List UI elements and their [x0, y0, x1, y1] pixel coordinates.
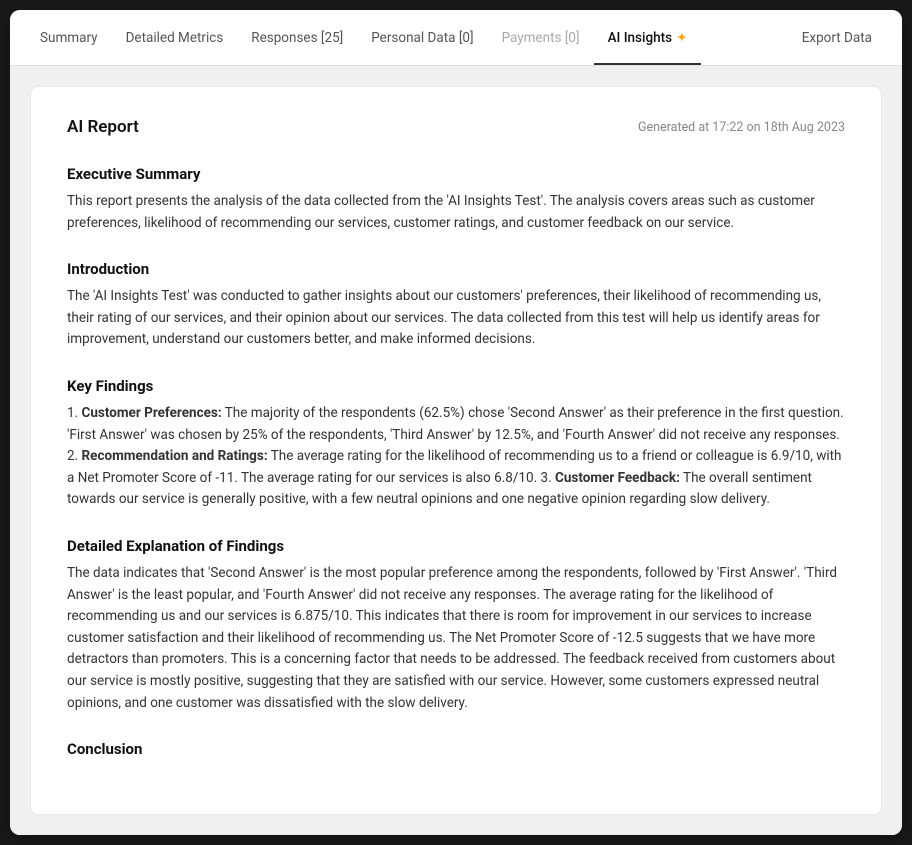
tab-export-data-label: Export Data	[802, 30, 872, 46]
conclusion-heading: Conclusion	[67, 740, 845, 758]
key-findings-heading: Key Findings	[67, 377, 845, 395]
tab-summary-label: Summary	[40, 30, 98, 46]
tab-ai-insights[interactable]: AI Insights✦	[594, 10, 702, 65]
tab-bar: Summary Detailed Metrics Responses [25] …	[10, 10, 902, 66]
ai-star-icon: ✦	[676, 30, 687, 46]
app-window: Summary Detailed Metrics Responses [25] …	[10, 10, 902, 835]
introduction-heading: Introduction	[67, 260, 845, 278]
section-executive-summary: Executive Summary This report presents t…	[67, 165, 845, 234]
tab-detailed-metrics-label: Detailed Metrics	[126, 30, 224, 46]
tab-export-data[interactable]: Export Data	[788, 10, 886, 65]
section-introduction: Introduction The 'AI Insights Test' was …	[67, 260, 845, 351]
tab-responses-label: Responses [25]	[251, 30, 343, 46]
detailed-explanation-body: The data indicates that 'Second Answer' …	[67, 563, 845, 714]
introduction-body: The 'AI Insights Test' was conducted to …	[67, 286, 845, 351]
report-timestamp: Generated at 17:22 on 18th Aug 2023	[638, 120, 845, 135]
tab-detailed-metrics[interactable]: Detailed Metrics	[112, 10, 238, 65]
tab-summary[interactable]: Summary	[26, 10, 112, 65]
tab-personal-data-label: Personal Data [0]	[371, 30, 473, 46]
section-key-findings: Key Findings 1. Customer Preferences: Th…	[67, 377, 845, 511]
content-area: AI Report Generated at 17:22 on 18th Aug…	[10, 66, 902, 835]
tab-payments: Payments [0]	[488, 10, 594, 65]
executive-summary-heading: Executive Summary	[67, 165, 845, 183]
section-detailed-explanation: Detailed Explanation of Findings The dat…	[67, 537, 845, 714]
key-findings-body: 1. Customer Preferences: The majority of…	[67, 403, 845, 511]
tab-ai-insights-label: AI Insights	[608, 30, 672, 46]
executive-summary-body: This report presents the analysis of the…	[67, 191, 845, 234]
report-header: AI Report Generated at 17:22 on 18th Aug…	[67, 117, 845, 137]
report-title: AI Report	[67, 117, 139, 137]
detailed-explanation-heading: Detailed Explanation of Findings	[67, 537, 845, 555]
tab-personal-data[interactable]: Personal Data [0]	[357, 10, 487, 65]
tab-payments-label: Payments [0]	[502, 30, 580, 46]
report-card: AI Report Generated at 17:22 on 18th Aug…	[30, 86, 882, 815]
tab-responses[interactable]: Responses [25]	[237, 10, 357, 65]
section-conclusion: Conclusion	[67, 740, 845, 758]
